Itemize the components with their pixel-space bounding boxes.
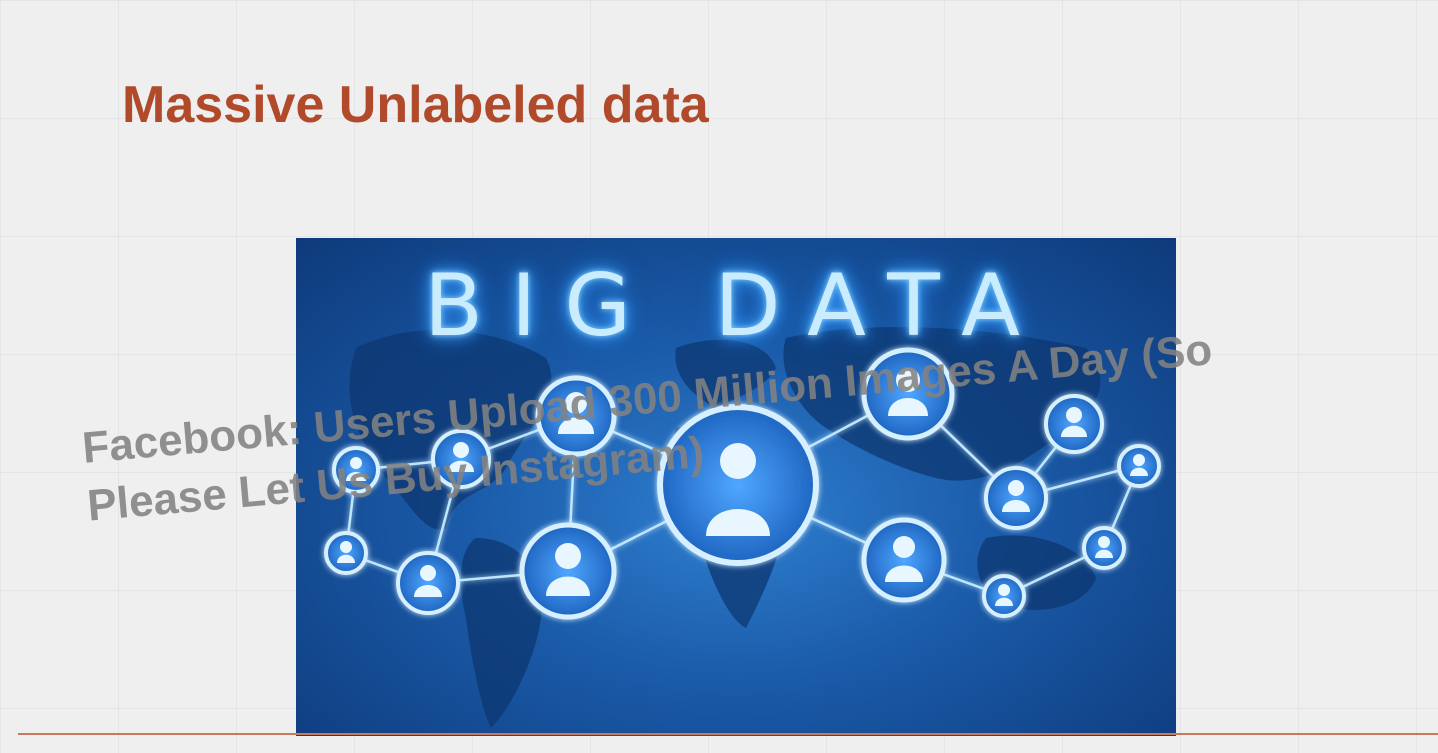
user-node-icon: [519, 522, 617, 620]
slide-title: Massive Unlabeled data: [122, 76, 709, 134]
user-node-icon: [396, 551, 460, 615]
user-node-icon: [982, 574, 1026, 618]
user-node-icon: [861, 517, 947, 603]
user-node-icon: [1082, 526, 1126, 570]
user-node-icon: [324, 531, 368, 575]
slide-footer-rule: [18, 733, 1438, 735]
user-node-icon: [1117, 444, 1161, 488]
user-node-icon: [984, 466, 1048, 530]
